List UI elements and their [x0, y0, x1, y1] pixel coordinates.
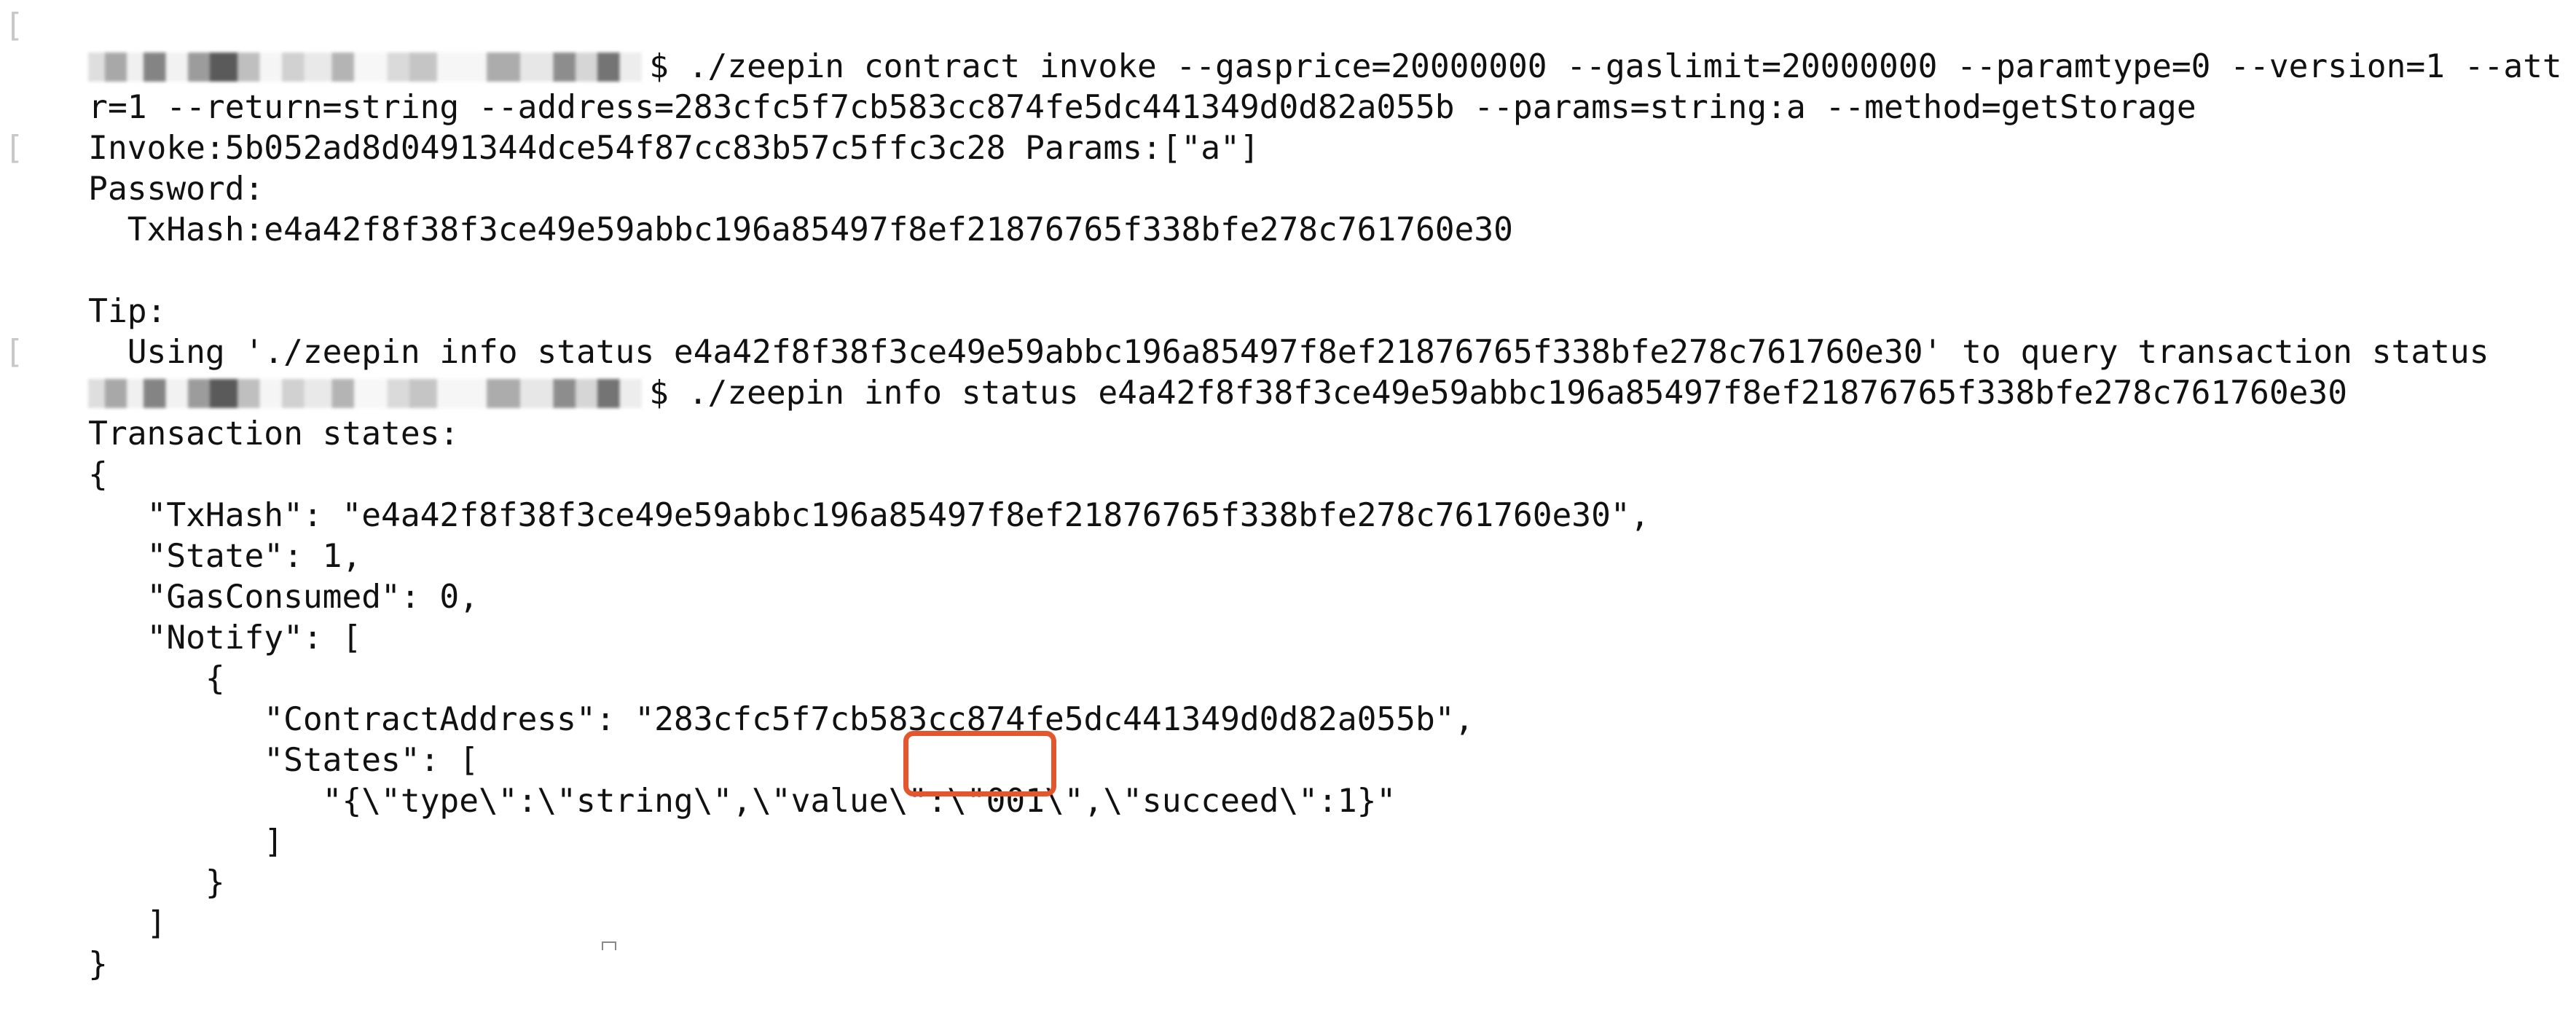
terminal-window[interactable]: [$ ./zeepin contract invoke --gasprice=2… [0, 0, 2576, 983]
terminal-line: "{\"type\":\"string\",\"value\":\"001\",… [10, 740, 1397, 820]
output-text: Transaction states: [88, 415, 460, 453]
line-bracket: [ [4, 7, 24, 44]
line-bracket: [ [4, 334, 24, 371]
terminal-line: [Password: [4, 128, 264, 208]
output-text: } [88, 946, 108, 983]
terminal-line: Transaction states: [10, 373, 459, 453]
output-text: TxHash:e4a42f8f38f3ce49e59abbc196a85497f… [88, 211, 1513, 248]
terminal-line: ] [10, 863, 167, 942]
terminal-line: "States": [ [10, 700, 479, 779]
terminal-line: { [10, 618, 225, 697]
terminal-line: "TxHash": "e4a42f8f38f3ce49e59abbc196a85… [10, 455, 1650, 534]
terminal-line: "ContractAddress": "283cfc5f7cb583cc874f… [10, 659, 1474, 738]
value-highlight-box [903, 731, 1056, 796]
command-text: $ ./zeepin info status e4a42f8f38f3ce49e… [649, 375, 2348, 412]
terminal-line: Invoke:5b052ad8d0491344dce54f87cc83b57c5… [10, 87, 1259, 167]
terminal-line: } [10, 904, 108, 983]
terminal-line: "State": 1, [10, 496, 362, 575]
terminal-line: TxHash:e4a42f8f38f3ce49e59abbc196a85497f… [10, 169, 1513, 248]
terminal-line: [$ ./zeepin contract invoke --gasprice=2… [4, 6, 2562, 85]
terminal-line: "GasConsumed": 0, [10, 536, 479, 616]
text-cursor-icon [602, 941, 616, 950]
terminal-line: } [10, 822, 225, 901]
terminal-line: r=1 --return=string --address=283cfc5f7c… [10, 47, 2196, 126]
terminal-line: "Notify": [ [10, 577, 362, 657]
terminal-line: { [10, 414, 108, 493]
line-bracket: [ [4, 130, 24, 167]
terminal-line: ] [10, 781, 283, 861]
output-text: "{\"type\":\"string\",\"value\":\"001\",… [88, 783, 1397, 820]
terminal-line: Tip: [10, 251, 166, 330]
terminal-line: [ $ ./zeepin info status e4a42f8f38f3ce49… [4, 332, 2347, 412]
terminal-line: Using './zeepin info status e4a42f8f38f3… [10, 291, 2489, 371]
